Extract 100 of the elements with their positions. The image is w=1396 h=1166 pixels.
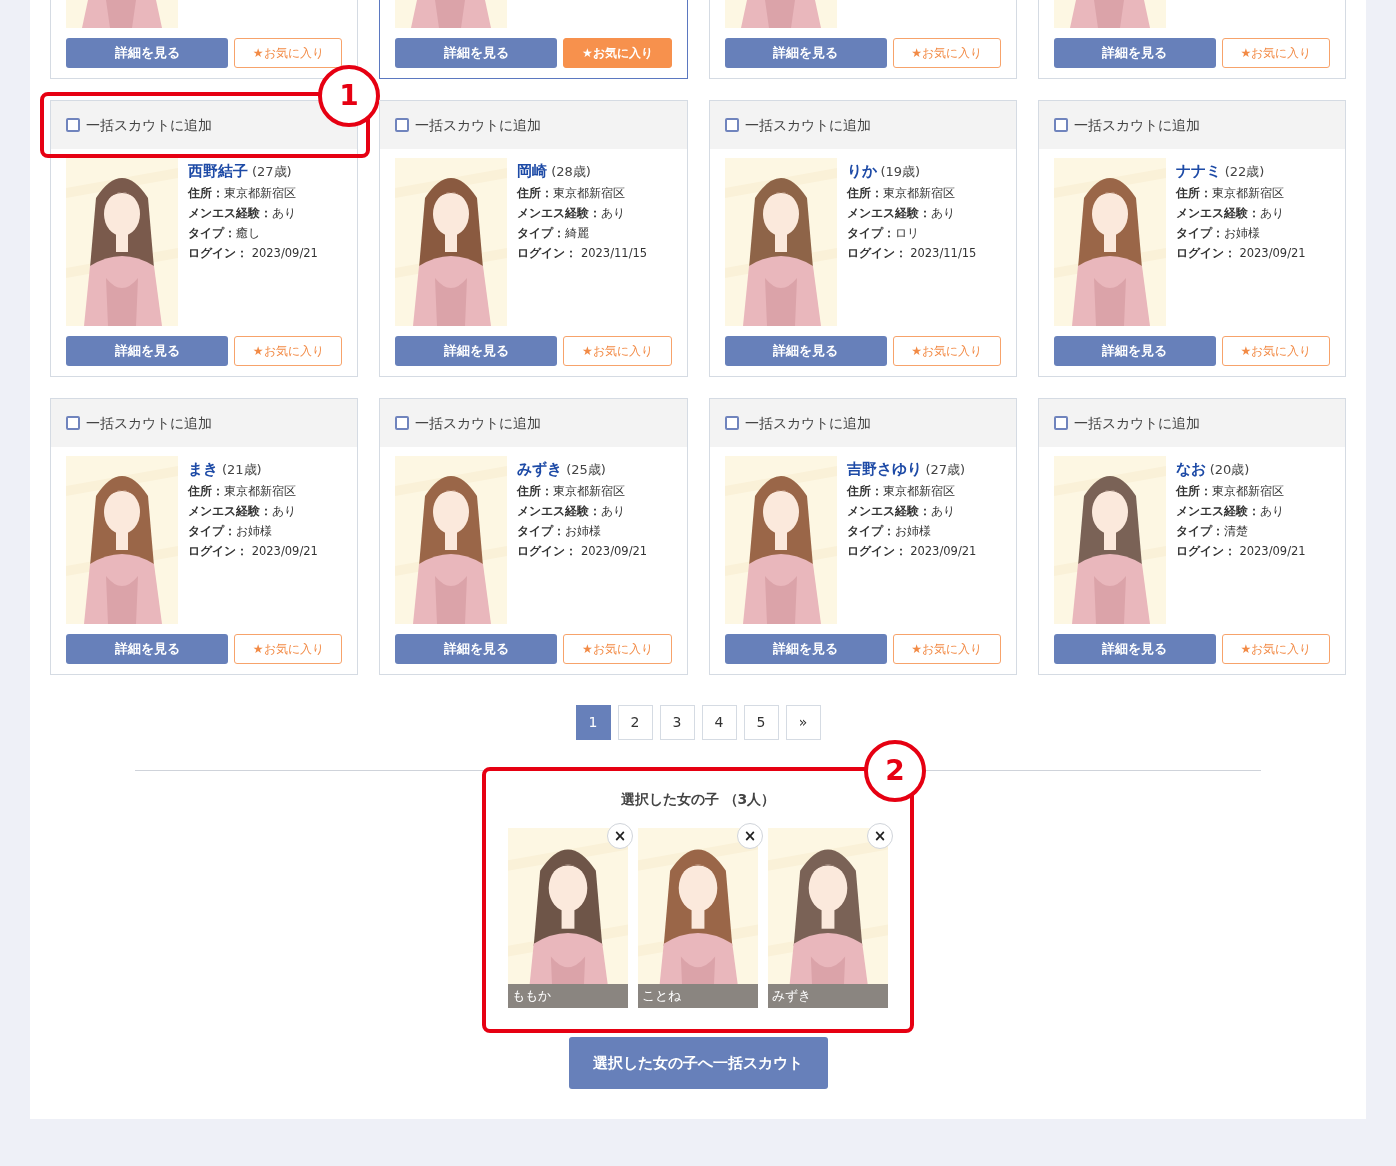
name-link[interactable]: 岡崎 xyxy=(517,160,548,183)
page-button[interactable]: 1 xyxy=(575,705,611,740)
detail-text: 住所：東京都新宿区 xyxy=(1175,184,1285,202)
age-text: (20歳) xyxy=(1209,461,1250,479)
name-link[interactable]: 西野結子 xyxy=(188,160,248,183)
age-text: (27歳) xyxy=(925,461,966,479)
name-link[interactable]: まき xyxy=(188,458,218,481)
favorite-button[interactable]: ★お気に入り xyxy=(1221,634,1330,664)
favorite-button[interactable]: ★お気に入り xyxy=(892,38,1001,68)
favorite-button[interactable]: ★お気に入り xyxy=(1221,38,1330,68)
page-button[interactable]: 5 xyxy=(743,705,779,740)
detail-text: メンエス経験：あり xyxy=(188,204,297,222)
favorite-button[interactable]: ★お気に入り xyxy=(234,38,343,68)
favorite-button[interactable]: ★お気に入り xyxy=(892,634,1001,664)
checkbox[interactable] xyxy=(66,416,80,430)
detail-button[interactable]: 詳細を見る xyxy=(1053,634,1216,664)
checkbox[interactable] xyxy=(724,118,739,132)
detail-text: ログイン： 2023/11/15 xyxy=(846,244,977,262)
detail-button[interactable]: 詳細を見る xyxy=(66,38,229,68)
checkbox[interactable] xyxy=(66,118,80,132)
detail-text: 住所：東京都新宿区 xyxy=(517,482,627,500)
name-link[interactable]: なお xyxy=(1175,458,1206,481)
detail-button[interactable]: 詳細を見る xyxy=(66,336,229,366)
detail-text: メンエス経験：あり xyxy=(846,204,956,222)
checkbox[interactable] xyxy=(395,416,410,430)
detail-text: ログイン： 2023/09/21 xyxy=(1175,244,1306,262)
age-text: (28歳) xyxy=(551,163,591,181)
age-text: (27歳) xyxy=(252,163,292,181)
checkbox[interactable] xyxy=(1053,118,1068,132)
detail-text: ログイン： 2023/09/21 xyxy=(846,542,977,560)
detail-button[interactable]: 詳細を見る xyxy=(395,634,558,664)
detail-button[interactable]: 詳細を見る xyxy=(1053,336,1216,366)
detail-text: 住所：東京都新宿区 xyxy=(188,184,297,202)
checkbox[interactable] xyxy=(724,416,739,430)
checkbox-label[interactable]: 一括スカウトに追加 xyxy=(744,412,871,434)
page-button[interactable]: 2 xyxy=(617,705,653,740)
detail-button[interactable]: 詳細を見る xyxy=(395,38,558,68)
close-button[interactable]: × xyxy=(737,823,763,849)
detail-button[interactable]: 詳細を見る xyxy=(724,336,887,366)
annotation-number: 2 xyxy=(864,740,926,802)
page-button[interactable]: » xyxy=(785,705,821,740)
scout-button[interactable]: 選択した女の子へ一括スカウト xyxy=(568,1037,828,1089)
name-label: ももか xyxy=(508,984,628,1008)
selected-title: 選択した女の子 （3人） xyxy=(620,790,776,809)
page-button[interactable]: 4 xyxy=(701,705,737,740)
detail-text: ログイン： 2023/11/15 xyxy=(517,244,648,262)
detail-text: メンエス経験：あり xyxy=(1175,502,1285,520)
name-link[interactable]: みずき xyxy=(517,458,563,481)
age-text: (22歳) xyxy=(1224,163,1265,181)
checkbox-label[interactable]: 一括スカウトに追加 xyxy=(86,412,212,434)
name-link[interactable]: りか xyxy=(846,160,877,183)
checkbox-label[interactable]: 一括スカウトに追加 xyxy=(415,412,542,434)
detail-text: タイプ：清楚 xyxy=(1175,522,1249,540)
detail-button[interactable]: 詳細を見る xyxy=(724,38,887,68)
detail-text: ログイン： 2023/09/21 xyxy=(1175,542,1306,560)
detail-text: 住所：東京都新宿区 xyxy=(1175,482,1285,500)
age-text: (25歳) xyxy=(566,461,606,479)
detail-text: タイプ：お姉様 xyxy=(517,522,603,540)
detail-text: タイプ：お姉様 xyxy=(846,522,932,540)
name-link[interactable]: 吉野さゆり xyxy=(846,458,922,481)
checkbox-label[interactable]: 一括スカウトに追加 xyxy=(1073,114,1200,136)
favorite-button[interactable]: ★お気に入り xyxy=(234,634,343,664)
detail-text: 住所：東京都新宿区 xyxy=(517,184,627,202)
detail-button[interactable]: 詳細を見る xyxy=(66,634,229,664)
detail-text: 住所：東京都新宿区 xyxy=(846,482,956,500)
detail-text: 住所：東京都新宿区 xyxy=(846,184,956,202)
favorite-button[interactable]: ★お気に入り xyxy=(1221,336,1330,366)
detail-text: メンエス経験：あり xyxy=(1175,204,1285,222)
detail-text: メンエス経験：あり xyxy=(846,502,956,520)
detail-text: タイプ：癒し xyxy=(188,224,261,242)
detail-text: メンエス経験：あり xyxy=(517,502,627,520)
detail-button[interactable]: 詳細を見る xyxy=(724,634,887,664)
detail-text: タイプ：お姉様 xyxy=(1175,224,1261,242)
detail-text: タイプ：お姉様 xyxy=(188,522,273,540)
detail-button[interactable]: 詳細を見る xyxy=(1053,38,1216,68)
name-link[interactable]: ナナミ xyxy=(1175,160,1221,183)
detail-text: メンエス経験：あり xyxy=(188,502,297,520)
page-button[interactable]: 3 xyxy=(659,705,695,740)
close-button[interactable]: × xyxy=(607,823,633,849)
favorite-button[interactable]: ★お気に入り xyxy=(563,336,672,366)
favorite-button[interactable]: ★お気に入り xyxy=(563,38,672,68)
favorite-button[interactable]: ★お気に入り xyxy=(892,336,1001,366)
checkbox[interactable] xyxy=(395,118,410,132)
detail-text: 住所：東京都新宿区 xyxy=(188,482,297,500)
detail-button[interactable]: 詳細を見る xyxy=(395,336,558,366)
checkbox-label[interactable]: 一括スカウトに追加 xyxy=(415,114,542,136)
name-label: みずき xyxy=(768,984,888,1008)
name-label: ことね xyxy=(638,984,758,1008)
checkbox-label[interactable]: 一括スカウトに追加 xyxy=(86,114,212,136)
checkbox[interactable] xyxy=(1053,416,1068,430)
detail-text: タイプ：ロリ xyxy=(846,224,920,242)
detail-text: メンエス経験：あり xyxy=(517,204,627,222)
close-button[interactable]: × xyxy=(867,823,893,849)
favorite-button[interactable]: ★お気に入り xyxy=(563,634,672,664)
detail-text: ログイン： 2023/09/21 xyxy=(188,244,318,262)
age-text: (19歳) xyxy=(880,163,921,181)
detail-text: ログイン： 2023/09/21 xyxy=(188,542,318,560)
checkbox-label[interactable]: 一括スカウトに追加 xyxy=(1073,412,1200,434)
favorite-button[interactable]: ★お気に入り xyxy=(234,336,343,366)
checkbox-label[interactable]: 一括スカウトに追加 xyxy=(744,114,871,136)
